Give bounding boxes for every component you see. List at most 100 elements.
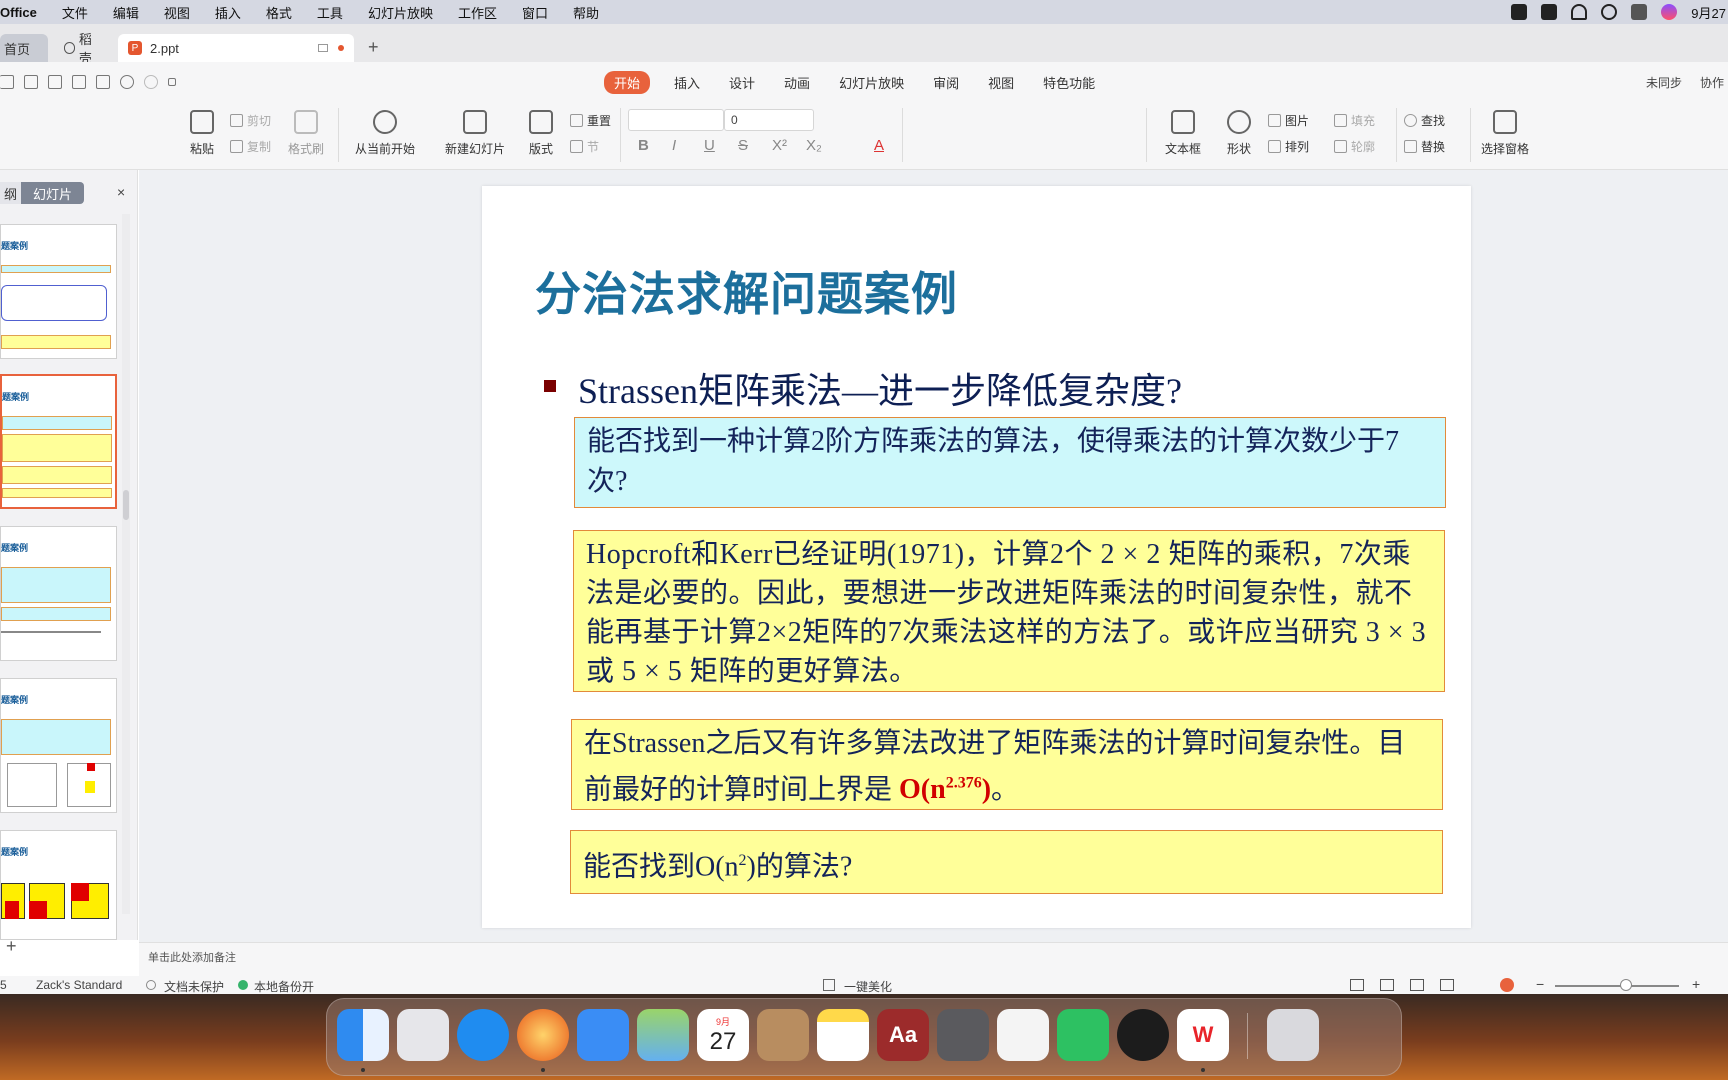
fill-button[interactable]: 填充: [1334, 112, 1375, 129]
zoom-in-button[interactable]: +: [1692, 976, 1700, 992]
print-preview-icon[interactable]: [96, 75, 110, 89]
calculator-icon[interactable]: [937, 1009, 989, 1061]
shape-button[interactable]: 形状: [1220, 110, 1258, 157]
add-slide-button[interactable]: +: [6, 936, 17, 957]
siri-icon[interactable]: [1661, 4, 1678, 20]
export-pdf-icon[interactable]: [48, 75, 62, 89]
open-question-box[interactable]: 能否找到O(n2)的算法?: [570, 830, 1443, 894]
customize-chevron-icon[interactable]: [168, 78, 176, 86]
paste-button[interactable]: 粘贴: [184, 110, 220, 157]
cut-button[interactable]: 剪切: [230, 112, 271, 129]
finder-icon[interactable]: [337, 1009, 389, 1061]
contacts-icon[interactable]: [757, 1009, 809, 1061]
app-menu[interactable]: Office: [0, 5, 37, 20]
strikethrough-button[interactable]: S: [738, 137, 748, 154]
close-panel-button[interactable]: ×: [117, 184, 125, 200]
dictionary-icon[interactable]: Aa: [877, 1009, 929, 1061]
scrollbar-thumb[interactable]: [123, 490, 129, 520]
launchpad-icon[interactable]: [397, 1009, 449, 1061]
find-button[interactable]: 查找: [1404, 112, 1445, 129]
print-icon[interactable]: [72, 75, 86, 89]
font-size-select[interactable]: 0: [724, 109, 814, 131]
tab-slideshow[interactable]: 幻灯片放映: [839, 71, 904, 94]
superscript-button[interactable]: X²: [772, 137, 787, 154]
mail-icon[interactable]: [577, 1009, 629, 1061]
safari-icon[interactable]: [457, 1009, 509, 1061]
tab-animation[interactable]: 动画: [784, 71, 810, 94]
copy-button[interactable]: 复制: [230, 138, 271, 155]
trash-icon[interactable]: [1267, 1009, 1319, 1061]
menu-file[interactable]: 文件: [62, 3, 88, 22]
improvement-box[interactable]: 在Strassen之后又有许多算法改进了矩阵乘法的计算时间复杂性。目前最好的计算…: [571, 719, 1443, 810]
reset-button[interactable]: 重置: [570, 112, 611, 129]
monitor-icon[interactable]: [318, 44, 328, 52]
slide-thumbnail[interactable]: 题案例: [0, 830, 117, 940]
zoom-slider-track[interactable]: [1555, 985, 1679, 987]
slide-thumbnail[interactable]: 题案例: [0, 678, 117, 813]
play-slideshow-icon[interactable]: [1500, 978, 1514, 992]
new-tab-button[interactable]: +: [368, 37, 379, 58]
qq-icon[interactable]: [1117, 1009, 1169, 1061]
underline-button[interactable]: U: [704, 137, 715, 154]
menu-tools[interactable]: 工具: [317, 3, 343, 22]
tab-review[interactable]: 审阅: [933, 71, 959, 94]
collaborate-button[interactable]: 协作: [1700, 74, 1724, 91]
theme-name[interactable]: Zack's Standard: [36, 978, 122, 992]
menu-help[interactable]: 帮助: [573, 3, 599, 22]
subscript-button[interactable]: X₂: [806, 137, 822, 154]
proof-box[interactable]: Hopcroft和Kerr已经证明(1971)，计算2个 2 × 2 矩阵的乘积…: [573, 530, 1445, 692]
textedit-icon[interactable]: [997, 1009, 1049, 1061]
firefox-icon[interactable]: [517, 1009, 569, 1061]
notes-area[interactable]: 单击此处添加备注: [139, 942, 1728, 976]
menubar-date[interactable]: 9月27: [1691, 3, 1726, 22]
menu-slideshow[interactable]: 幻灯片放映: [368, 3, 433, 22]
tab-outline[interactable]: 纲: [0, 182, 22, 204]
italic-button[interactable]: I: [672, 137, 676, 154]
save-icon[interactable]: [24, 75, 38, 89]
font-family-select[interactable]: [628, 109, 724, 131]
wps-icon[interactable]: W: [1177, 1009, 1229, 1061]
arrange-button[interactable]: 排列: [1268, 138, 1309, 155]
menu-format[interactable]: 格式: [266, 3, 292, 22]
font-color-button[interactable]: A: [874, 137, 884, 154]
sorter-view-icon[interactable]: [1380, 979, 1394, 991]
wifi-icon[interactable]: [1571, 4, 1588, 20]
play-from-current-button[interactable]: 从当前开始: [346, 110, 424, 157]
layout-button[interactable]: 版式: [524, 110, 558, 157]
tab-2ppt[interactable]: P 2.ppt: [118, 34, 354, 62]
search-icon[interactable]: [1601, 4, 1618, 20]
tab-design[interactable]: 设计: [729, 71, 755, 94]
outline-button[interactable]: 轮廓: [1334, 138, 1375, 155]
tab-start[interactable]: 开始: [604, 70, 651, 94]
menu-insert[interactable]: 插入: [215, 3, 241, 22]
reading-view-icon[interactable]: [1410, 979, 1424, 991]
tab-special[interactable]: 特色功能: [1043, 71, 1095, 94]
zoom-slider-thumb[interactable]: [1620, 979, 1632, 991]
notes-icon[interactable]: [817, 1009, 869, 1061]
slide-thumbnail[interactable]: 题案例: [0, 526, 117, 661]
maps-icon[interactable]: [637, 1009, 689, 1061]
tab-insert[interactable]: 插入: [674, 71, 700, 94]
document-protection-status[interactable]: 文档未保护: [164, 978, 224, 995]
sync-status-button[interactable]: 未同步: [1646, 74, 1682, 91]
wechat-icon[interactable]: [1057, 1009, 1109, 1061]
new-slide-button[interactable]: 新建幻灯片: [438, 110, 512, 157]
undo-icon[interactable]: [120, 75, 134, 89]
slide-thumbnail-current[interactable]: 题案例: [0, 374, 117, 509]
tab-docer[interactable]: 稻壳: [54, 32, 112, 66]
format-painter-button[interactable]: 格式刷: [286, 110, 326, 157]
zoom-out-button[interactable]: −: [1536, 976, 1544, 992]
question-box[interactable]: 能否找到一种计算2阶方阵乘法的算法，使得乘法的计算次数少于7次?: [574, 417, 1446, 508]
slide-bullet-text[interactable]: Strassen矩阵乘法—进一步降低复杂度?: [578, 362, 1182, 414]
bold-button[interactable]: B: [638, 137, 649, 154]
slide[interactable]: 分治法求解问题案例 Strassen矩阵乘法—进一步降低复杂度? 能否找到一种计…: [482, 186, 1471, 928]
redo-icon[interactable]: [144, 75, 158, 89]
beautify-button[interactable]: 一键美化: [844, 978, 892, 995]
input-method-icon[interactable]: [1541, 4, 1558, 20]
menu-workspace[interactable]: 工作区: [458, 3, 497, 22]
wps-tray-icon[interactable]: [1511, 4, 1528, 20]
slide-thumbnail[interactable]: 题案例: [0, 224, 117, 359]
menu-window[interactable]: 窗口: [522, 3, 548, 22]
tab-slides[interactable]: 幻灯片: [21, 182, 85, 204]
backup-status[interactable]: 本地备份开: [254, 978, 314, 995]
